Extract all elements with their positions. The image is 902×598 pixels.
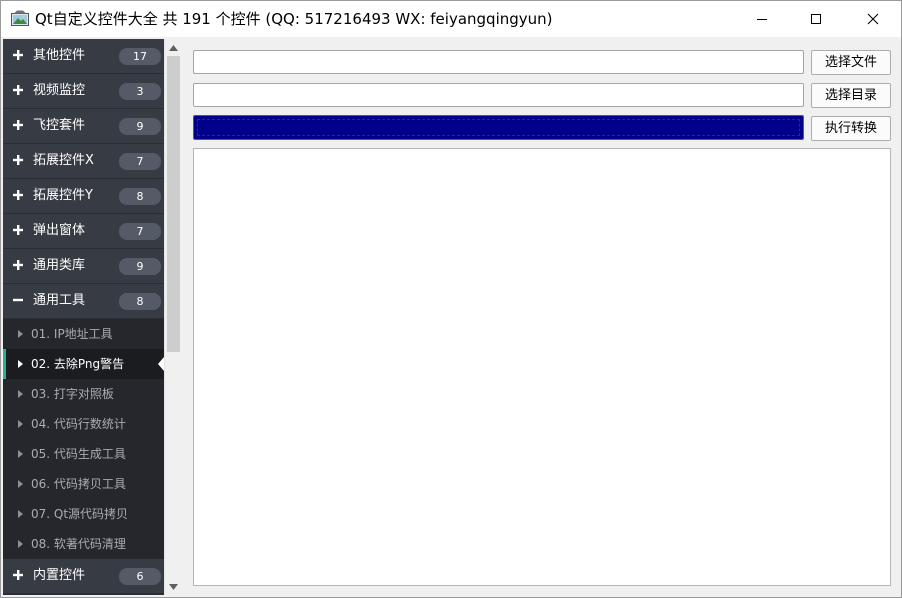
caret-right-icon: [18, 450, 23, 458]
count-badge: 7: [119, 153, 161, 170]
main-panel: 选择文件 选择目录 执行转换: [182, 39, 901, 595]
caret-right-icon: [18, 540, 23, 548]
sidebar-item-label: 07. Qt源代码拷贝: [31, 507, 129, 521]
sidebar-item-typing-board[interactable]: 03. 打字对照板: [3, 379, 164, 409]
select-directory-button[interactable]: 选择目录: [811, 83, 891, 108]
triangle-up-icon: [169, 44, 178, 51]
caret-right-icon: [18, 510, 23, 518]
select-file-button[interactable]: 选择文件: [811, 50, 891, 75]
sidebar-item-png-warning[interactable]: 02. 去除Png警告: [3, 349, 164, 379]
sidebar-group-common-tools[interactable]: 通用工具 8: [3, 284, 164, 319]
plus-icon: [13, 155, 23, 165]
count-badge: 3: [119, 83, 161, 100]
sidebar-group-builtin-controls[interactable]: 内置控件 6: [3, 559, 164, 594]
count-badge: 8: [119, 293, 161, 310]
window-title: Qt自定义控件大全 共 191 个控件 (QQ: 517216493 WX: f…: [35, 10, 553, 28]
plus-icon: [13, 50, 23, 60]
maximize-button[interactable]: [793, 1, 839, 37]
sidebar-group-label: 拓展控件Y: [33, 188, 93, 203]
sidebar-item-code-copy[interactable]: 06. 代码拷贝工具: [3, 469, 164, 499]
count-badge: 6: [119, 568, 161, 585]
sidebar-group-extension-x[interactable]: 拓展控件X 7: [3, 144, 164, 179]
caret-right-icon: [18, 360, 23, 368]
sidebar-group-video-monitor[interactable]: 视频监控 3: [3, 74, 164, 109]
sidebar-item-label: 02. 去除Png警告: [31, 357, 125, 371]
count-badge: 8: [119, 188, 161, 205]
output-log-textarea[interactable]: [193, 148, 891, 586]
file-path-input[interactable]: [193, 50, 804, 74]
plus-icon: [13, 85, 23, 95]
count-badge: 9: [119, 118, 161, 135]
triangle-down-icon: [169, 583, 178, 590]
app-image-icon: [11, 10, 29, 26]
sidebar-item-label: 06. 代码拷贝工具: [31, 477, 126, 491]
plus-icon: [13, 570, 23, 580]
navigation-sidebar: 其他控件 17 视频监控 3 飞控套件 9 拓展控件X 7 拓展控件Y 8 弹出…: [3, 39, 164, 595]
minimize-button[interactable]: [739, 1, 785, 37]
execute-convert-button[interactable]: 执行转换: [811, 116, 891, 141]
sidebar-item-line-count[interactable]: 04. 代码行数统计: [3, 409, 164, 439]
plus-icon: [13, 120, 23, 130]
sidebar-group-common-library[interactable]: 通用类库 9: [3, 249, 164, 284]
sidebar-group-label: 拓展控件X: [33, 153, 94, 168]
sidebar-group-label: 内置控件: [33, 568, 86, 583]
plus-icon: [13, 260, 23, 270]
sidebar-group-other-controls[interactable]: 其他控件 17: [3, 39, 164, 74]
minimize-icon: [757, 19, 767, 20]
scroll-down-button[interactable]: [165, 578, 182, 595]
plus-icon: [13, 225, 23, 235]
scrollbar-thumb[interactable]: [167, 56, 180, 352]
sidebar-group-label: 通用类库: [33, 258, 86, 273]
maximize-icon: [811, 14, 821, 24]
plus-icon: [13, 190, 23, 200]
caret-right-icon: [18, 480, 23, 488]
caret-right-icon: [18, 390, 23, 398]
sidebar-group-label: 弹出窗体: [33, 223, 86, 238]
sidebar-group-extension-y[interactable]: 拓展控件Y 8: [3, 179, 164, 214]
sidebar-scrollbar[interactable]: [164, 39, 181, 595]
sidebar-item-label: 03. 打字对照板: [31, 387, 114, 401]
directory-path-input[interactable]: [193, 83, 804, 107]
sidebar-group-label: 通用工具: [33, 293, 86, 308]
sidebar-group-popup-windows[interactable]: 弹出窗体 7: [3, 214, 164, 249]
app-window: Qt自定义控件大全 共 191 个控件 (QQ: 517216493 WX: f…: [0, 0, 902, 598]
sidebar-item-label: 08. 软著代码清理: [31, 537, 126, 551]
selection-accent: [3, 349, 6, 379]
sidebar-item-label: 05. 代码生成工具: [31, 447, 126, 461]
sidebar-group-flight-control[interactable]: 飞控套件 9: [3, 109, 164, 144]
sidebar-group-label: 视频监控: [33, 83, 86, 98]
close-icon: [867, 13, 879, 25]
close-button[interactable]: [850, 1, 896, 37]
caret-right-icon: [18, 420, 23, 428]
sidebar-item-code-cleanup[interactable]: 08. 软著代码清理: [3, 529, 164, 559]
caret-right-icon: [18, 330, 23, 338]
sidebar-item-qt-source-copy[interactable]: 07. Qt源代码拷贝: [3, 499, 164, 529]
count-badge: 9: [119, 258, 161, 275]
count-badge: 7: [119, 223, 161, 240]
sidebar-item-ip-tool[interactable]: 01. IP地址工具: [3, 319, 164, 349]
minus-icon: [13, 298, 23, 302]
progress-bar-fill: [194, 116, 803, 139]
sidebar-item-label: 04. 代码行数统计: [31, 417, 126, 431]
count-badge: 17: [119, 48, 161, 65]
scroll-up-button[interactable]: [165, 39, 182, 56]
sidebar-item-label: 01. IP地址工具: [31, 327, 113, 341]
sidebar-item-code-generator[interactable]: 05. 代码生成工具: [3, 439, 164, 469]
conversion-progress-bar: [193, 115, 804, 140]
sidebar-group-label: 其他控件: [33, 48, 86, 63]
title-bar: Qt自定义控件大全 共 191 个控件 (QQ: 517216493 WX: f…: [1, 1, 901, 37]
sidebar-group-label: 飞控套件: [33, 118, 86, 133]
